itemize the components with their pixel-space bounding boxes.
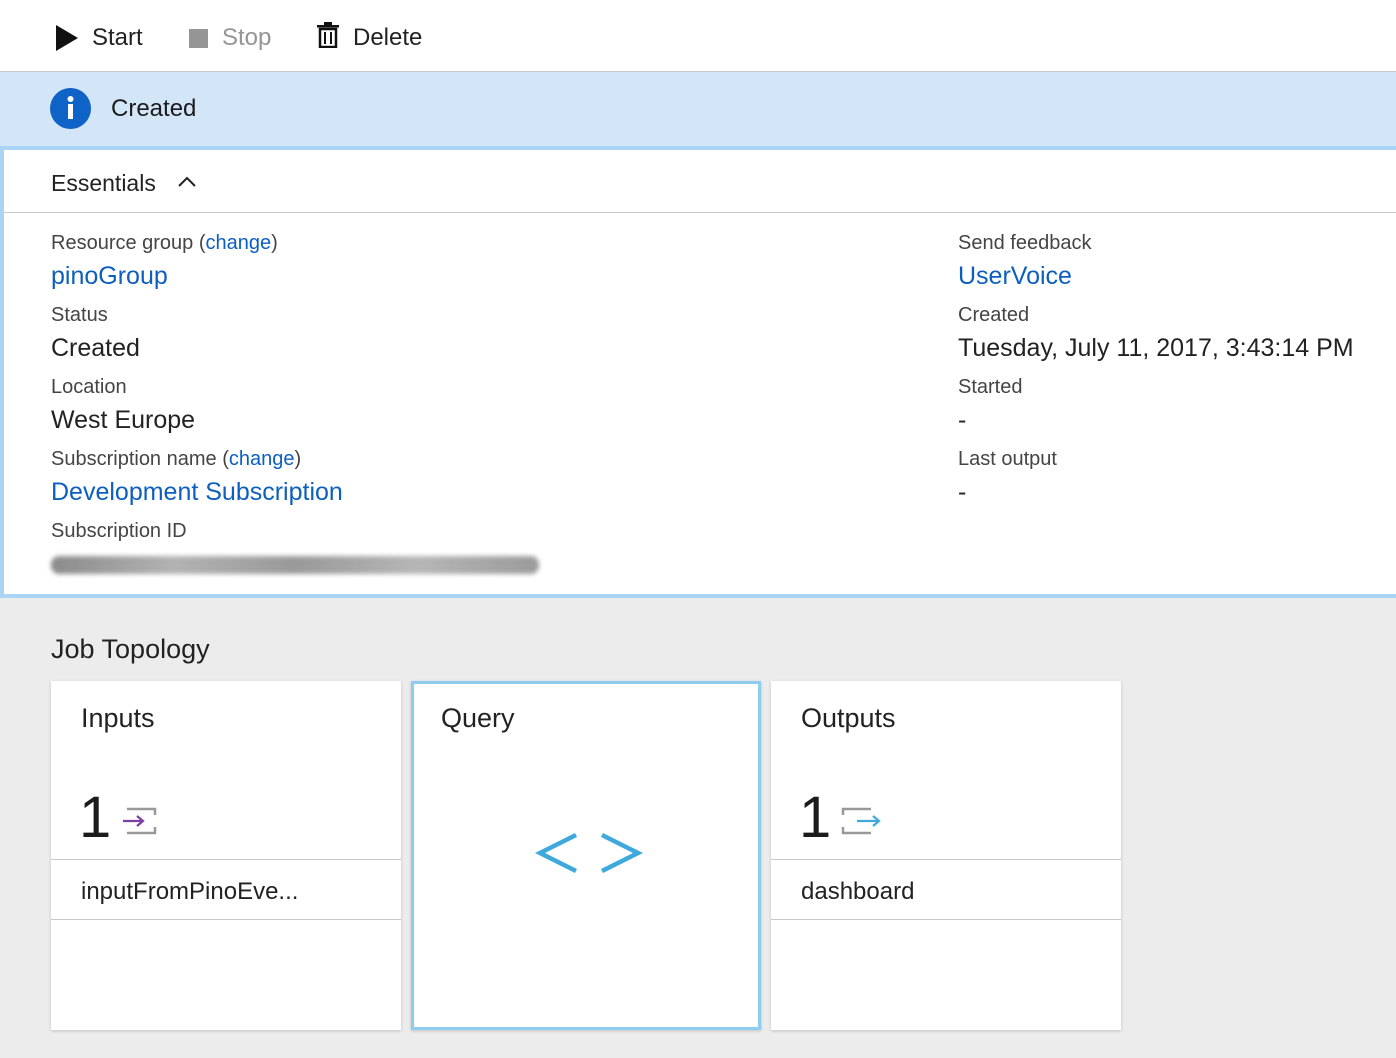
subscription-id-label: Subscription ID (51, 520, 187, 542)
created-value: Tuesday, July 11, 2017, 3:43:14 PM (958, 334, 1354, 362)
delete-button[interactable]: Delete (317, 18, 422, 58)
inputs-divider-2 (51, 919, 401, 920)
resource-group-label: Resource group (51, 232, 194, 254)
delete-label: Delete (353, 24, 423, 51)
last-output-label: Last output (958, 448, 1057, 470)
resource-group-link[interactable]: pinoGroup (51, 262, 168, 291)
resource-group-label-row: Resource group (change) (51, 232, 278, 254)
info-icon (50, 88, 91, 129)
location-value: West Europe (51, 406, 196, 434)
outputs-divider (771, 859, 1121, 860)
status-notification-bar: Created (0, 72, 1396, 146)
subscription-name-label: Subscription name (51, 448, 217, 470)
input-icon (121, 807, 157, 842)
essentials-panel: Essentials Resource group (change) pinoG… (0, 146, 1396, 598)
subscription-name-link[interactable]: Development Subscription (51, 478, 343, 507)
stop-icon (189, 28, 208, 48)
start-label: Start (92, 24, 143, 51)
query-title: Query (441, 703, 515, 733)
essentials-title: Essentials (51, 170, 156, 196)
command-toolbar: Start Stop Delete (0, 0, 1396, 72)
stop-label: Stop (222, 24, 272, 51)
last-output-value: - (958, 478, 967, 506)
resource-group-change-link[interactable]: change (206, 232, 272, 254)
started-label: Started (958, 376, 1023, 398)
started-value: - (958, 406, 967, 434)
inputs-divider (51, 859, 401, 860)
outputs-count: 1 (799, 785, 832, 850)
notification-text: Created (111, 95, 197, 122)
outputs-tile[interactable]: Outputs 1 dashboard (771, 681, 1121, 1030)
status-value: Created (51, 334, 140, 362)
output-item-link[interactable]: dashboard (801, 878, 914, 906)
uservoice-link[interactable]: UserVoice (958, 262, 1072, 291)
inputs-count: 1 (79, 785, 112, 850)
query-tile[interactable]: Query (411, 681, 761, 1030)
start-button[interactable]: Start (56, 18, 143, 58)
created-label: Created (958, 304, 1030, 326)
subscription-name-label-row: Subscription name (change) (51, 448, 302, 470)
job-topology-title: Job Topology (51, 634, 210, 664)
outputs-title: Outputs (801, 703, 896, 733)
send-feedback-label: Send feedback (958, 232, 1092, 254)
subscription-id-redacted (51, 556, 539, 574)
output-icon (841, 807, 883, 842)
outputs-divider-2 (771, 919, 1121, 920)
trash-icon (317, 21, 339, 55)
inputs-tile[interactable]: Inputs 1 inputFromPinoEve... (51, 681, 401, 1030)
play-icon (56, 25, 78, 51)
code-brackets-icon (534, 829, 644, 884)
location-label: Location (51, 376, 127, 398)
chevron-up-icon[interactable] (172, 166, 202, 196)
stop-button[interactable]: Stop (189, 18, 271, 58)
inputs-title: Inputs (81, 703, 155, 733)
subscription-change-link[interactable]: change (229, 448, 295, 470)
essentials-header[interactable]: Essentials (4, 150, 1396, 213)
input-item-link[interactable]: inputFromPinoEve... (81, 878, 298, 906)
status-label: Status (51, 304, 108, 326)
